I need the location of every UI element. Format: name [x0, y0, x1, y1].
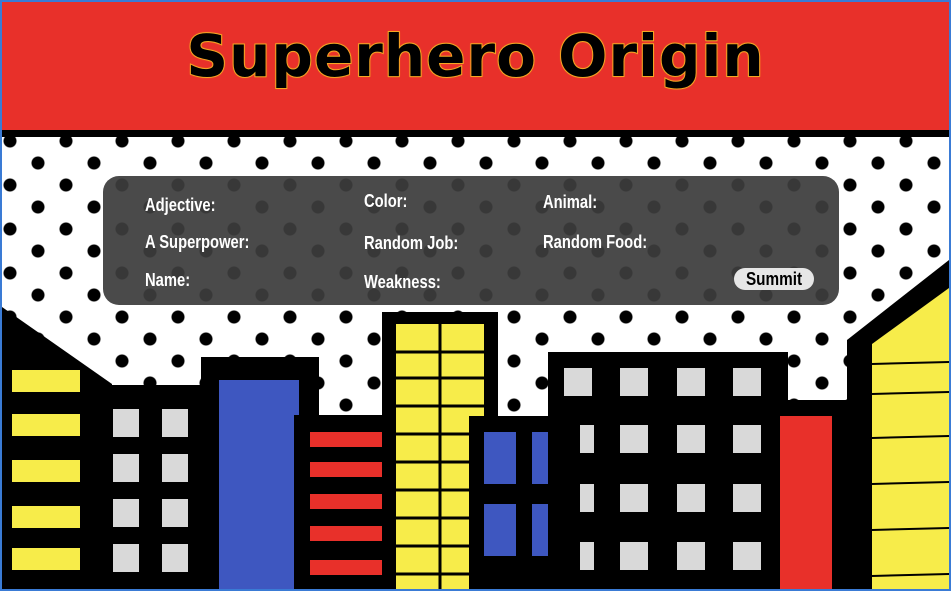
building-right-yellow — [847, 260, 949, 589]
page-title: Superhero Origin — [185, 21, 765, 91]
superpower-label: A Superpower: — [145, 232, 250, 252]
color-label: Color: — [364, 191, 408, 211]
building-big-gray — [548, 352, 788, 589]
app-canvas: Superhero Origin Adjective: Color: Anima… — [0, 0, 951, 591]
adjective-label: Adjective: — [145, 195, 216, 215]
weakness-label: Weakness: — [364, 272, 441, 292]
submit-button[interactable]: Summit — [734, 268, 814, 290]
animal-label: Animal: — [543, 192, 598, 212]
madlib-form: Adjective: Color: Animal: A Superpower: … — [103, 176, 839, 305]
random-food-label: Random Food: — [543, 232, 648, 252]
name-label: Name: — [145, 270, 191, 290]
title-banner: Superhero Origin — [2, 2, 949, 137]
submit-button-label: Summit — [745, 269, 803, 289]
random-job-label: Random Job: — [364, 233, 459, 253]
building-gray-windows — [92, 385, 214, 589]
building-red-tower — [764, 400, 849, 589]
